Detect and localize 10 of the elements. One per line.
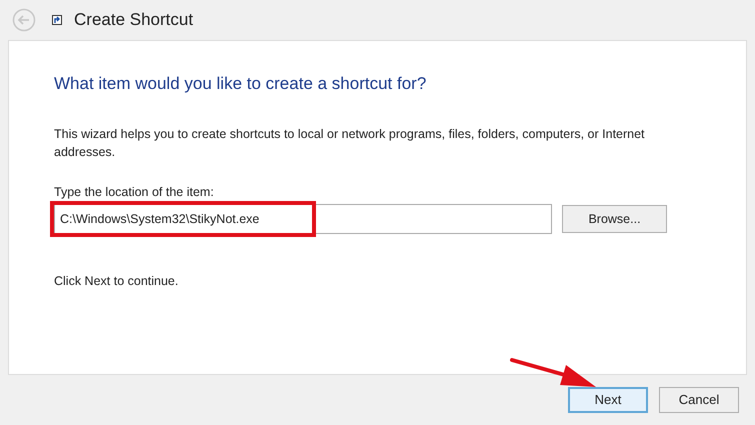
location-label: Type the location of the item: [54, 184, 215, 201]
browse-button[interactable]: Browse... [562, 205, 667, 234]
continue-hint: Click Next to continue. [54, 273, 180, 290]
window-title: Create Shortcut [74, 9, 194, 32]
shortcut-icon [52, 15, 62, 25]
wizard-button[interactable]: Next [568, 387, 648, 413]
location-field[interactable]: C:\Windows\System32\StikyNot.exe [54, 204, 552, 234]
wizard-heading: What item would you like to create a shortcut for? [54, 73, 428, 95]
wizard-description: This wizard helps you to create shortcuts to local or network programs, files, folders, computers, or Internet addresses. [54, 126, 646, 160]
wizard-button[interactable]: Cancel [659, 387, 739, 413]
